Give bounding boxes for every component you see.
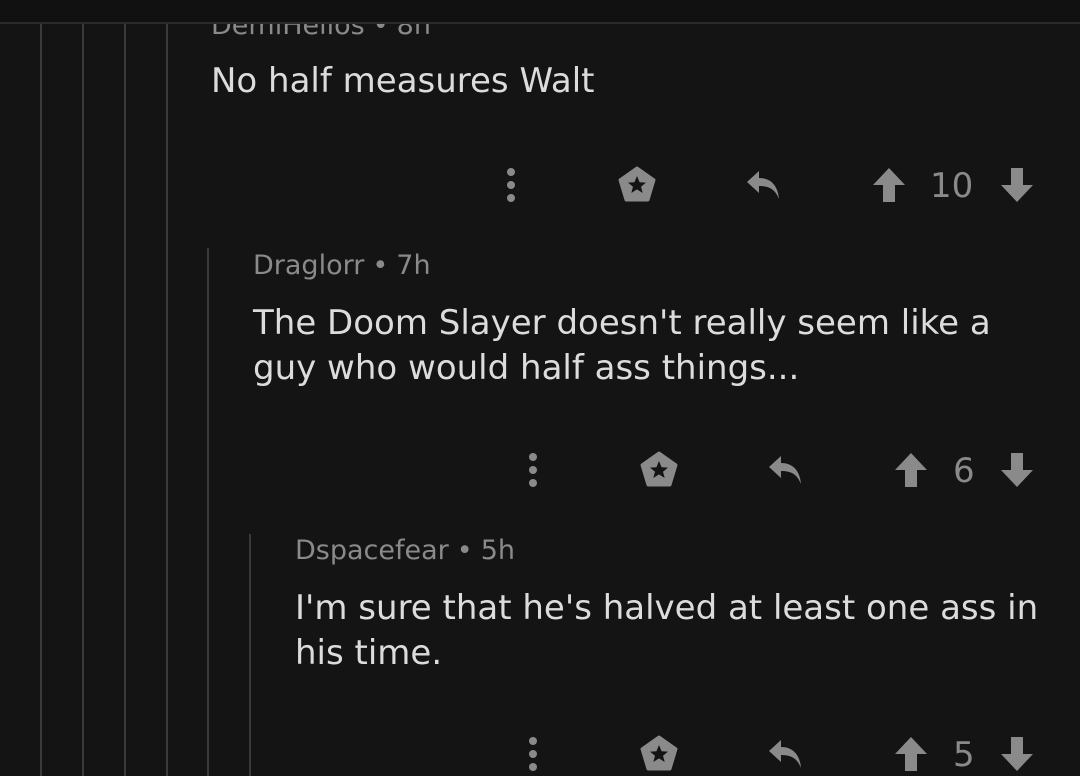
comment-author[interactable]: Draglorr (253, 250, 364, 281)
thread-line-2[interactable] (82, 0, 84, 776)
thread-line-5[interactable] (207, 248, 209, 776)
comment-draglorr: Draglorr • 7h The Doom Slayer doesn't real… (253, 250, 1080, 391)
comment-author[interactable]: Dspacefear (295, 535, 449, 566)
upvote-arrow-icon[interactable] (889, 448, 933, 492)
upvote-arrow-icon[interactable] (889, 732, 933, 776)
reply-icon[interactable] (763, 732, 807, 776)
more-options-icon[interactable] (489, 163, 533, 207)
meta-separator: • (372, 250, 389, 281)
comment-demihelios: DemiHelios • 8h No half measures Walt (211, 10, 1080, 104)
top-bar (0, 0, 1080, 24)
thread-line-3[interactable] (124, 0, 126, 776)
award-icon[interactable] (615, 163, 659, 207)
score-count: 5 (953, 735, 975, 775)
award-icon[interactable] (637, 448, 681, 492)
comment-meta: Draglorr • 7h (253, 250, 1080, 281)
comment-body: No half measures Walt (211, 61, 595, 101)
downvote-arrow-icon[interactable] (995, 163, 1039, 207)
score-count: 6 (953, 451, 975, 491)
comment-dspacefear: Dspacefear • 5h I'm sure that he's halved … (295, 535, 1080, 676)
comment-time: 5h (480, 535, 515, 566)
downvote-arrow-icon[interactable] (995, 448, 1039, 492)
score-count: 10 (930, 166, 974, 206)
comment-time: 7h (396, 250, 431, 281)
reply-icon[interactable] (763, 448, 807, 492)
comment-meta: Dspacefear • 5h (295, 535, 1080, 566)
reply-icon[interactable] (741, 163, 785, 207)
meta-separator: • (456, 535, 473, 566)
upvote-arrow-icon[interactable] (867, 163, 911, 207)
thread-line-4[interactable] (166, 0, 168, 776)
comment-body: The Doom Slayer doesn't really seem like… (253, 303, 991, 388)
thread-line-6[interactable] (249, 534, 251, 776)
comment-body: I'm sure that he's halved at least one a… (295, 588, 1039, 673)
downvote-arrow-icon[interactable] (995, 732, 1039, 776)
thread-line-1[interactable] (40, 0, 42, 776)
more-options-icon[interactable] (511, 448, 555, 492)
more-options-icon[interactable] (511, 732, 555, 776)
award-icon[interactable] (637, 732, 681, 776)
